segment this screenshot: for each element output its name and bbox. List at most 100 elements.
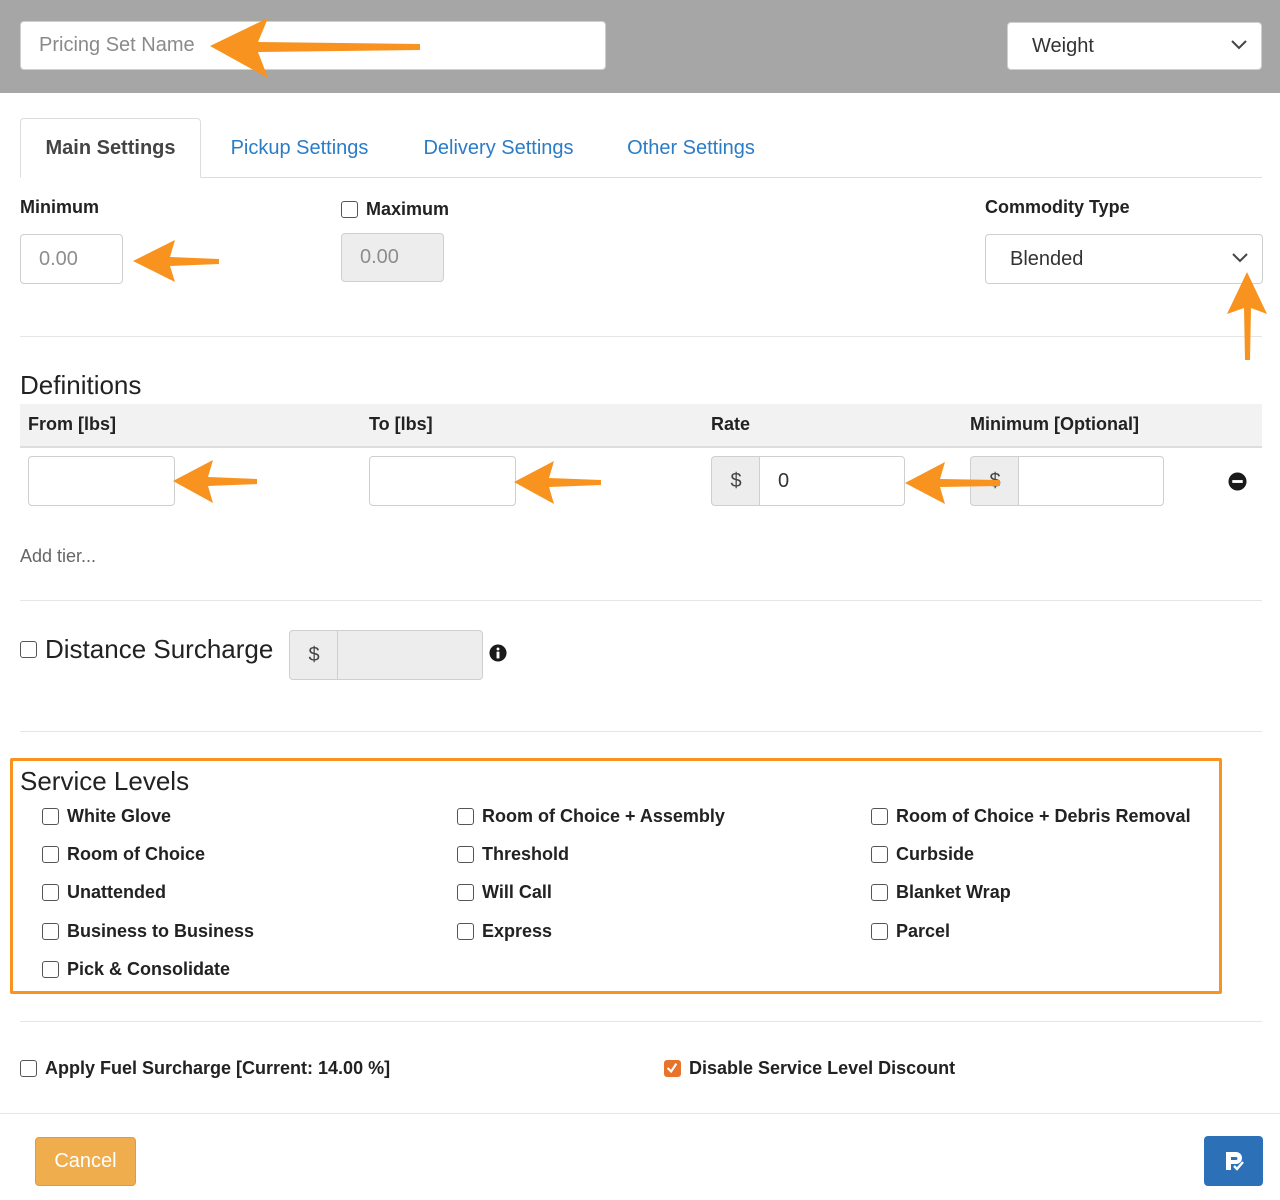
service-level-label: Business to Business	[67, 921, 255, 941]
type-select-value: Weight	[1032, 34, 1094, 57]
distance-surcharge-input	[337, 630, 483, 680]
commodity-type-select[interactable]: Blended	[985, 234, 1263, 284]
service-level-room-of-choice[interactable]: Room of Choice	[42, 844, 205, 865]
cancel-label: Cancel	[54, 1150, 117, 1172]
fuel-surcharge-checkbox[interactable]	[20, 1060, 37, 1077]
service-level-checkbox[interactable]	[457, 846, 474, 863]
service-levels-heading: Service Levels	[20, 766, 190, 796]
tab-label: Other Settings	[627, 136, 755, 159]
service-level-checkbox[interactable]	[42, 923, 59, 940]
save-button[interactable]	[1204, 1136, 1263, 1186]
pricing-set-name-input[interactable]	[20, 21, 606, 70]
service-level-label: Room of Choice + Assembly	[482, 806, 725, 826]
divider	[20, 336, 1262, 337]
arrow-icon	[173, 460, 257, 503]
service-level-checkbox[interactable]	[457, 923, 474, 940]
tab-delivery-settings[interactable]: Delivery Settings	[402, 118, 595, 178]
service-level-checkbox[interactable]	[871, 884, 888, 901]
service-level-blanket-wrap[interactable]: Blanket Wrap	[871, 882, 1011, 903]
service-level-label: Blanket Wrap	[896, 882, 1011, 902]
chevron-down-icon	[1231, 40, 1247, 50]
tier-minimum-input[interactable]	[1018, 456, 1164, 506]
rate-currency-addon: $	[711, 456, 760, 506]
distance-surcharge-checkbox[interactable]	[20, 641, 37, 658]
tab-main-settings[interactable]: Main Settings	[20, 118, 201, 178]
disable-discount-checkbox[interactable]	[664, 1060, 681, 1077]
fuel-surcharge-label: Apply Fuel Surcharge [Current: 14.00 %]	[45, 1058, 391, 1078]
service-level-will-call[interactable]: Will Call	[457, 882, 552, 903]
service-level-express[interactable]: Express	[457, 921, 552, 942]
add-tier-link[interactable]: Add tier...	[20, 546, 96, 567]
tab-other-settings[interactable]: Other Settings	[610, 118, 772, 178]
service-level-pick-consolidate[interactable]: Pick & Consolidate	[42, 959, 230, 980]
service-level-checkbox[interactable]	[42, 808, 59, 825]
remove-tier-icon[interactable]	[1228, 472, 1247, 491]
maximum-checkbox-row: Maximum	[341, 199, 449, 220]
maximum-label: Maximum	[366, 199, 450, 219]
minimum-value: 0.00	[39, 247, 78, 270]
service-level-checkbox[interactable]	[42, 846, 59, 863]
divider	[20, 600, 1262, 601]
service-level-label: Threshold	[482, 844, 570, 864]
arrow-icon	[133, 240, 219, 282]
minimum-label: Minimum	[20, 197, 99, 217]
save-icon	[1225, 1152, 1244, 1171]
type-select[interactable]: Weight	[1007, 22, 1262, 70]
service-level-room-of-choice-assembly[interactable]: Room of Choice + Assembly	[457, 806, 725, 827]
disable-discount-label: Disable Service Level Discount	[689, 1058, 956, 1078]
to-lbs-input[interactable]	[369, 456, 516, 506]
minimum-input[interactable]: 0.00	[20, 234, 123, 284]
column-minimum-optional: Minimum [Optional]	[970, 414, 1139, 434]
chevron-down-icon	[1232, 253, 1248, 263]
definitions-heading: Definitions	[20, 370, 142, 400]
service-level-checkbox[interactable]	[42, 884, 59, 901]
column-to: To [lbs]	[369, 414, 433, 434]
from-lbs-input[interactable]	[28, 456, 175, 506]
maximum-checkbox[interactable]	[341, 201, 358, 218]
service-level-checkbox[interactable]	[457, 884, 474, 901]
service-level-checkbox[interactable]	[457, 808, 474, 825]
service-level-white-glove[interactable]: White Glove	[42, 806, 171, 827]
service-level-unattended[interactable]: Unattended	[42, 882, 166, 903]
service-level-curbside[interactable]: Curbside	[871, 844, 974, 865]
service-level-room-of-choice-debris-removal[interactable]: Room of Choice + Debris Removal	[871, 806, 1191, 827]
service-level-parcel[interactable]: Parcel	[871, 921, 950, 942]
checkmark-icon	[666, 1063, 678, 1074]
tab-pickup-settings[interactable]: Pickup Settings	[212, 118, 387, 178]
divider	[20, 731, 1262, 732]
service-level-checkbox[interactable]	[871, 808, 888, 825]
arrow-icon	[514, 461, 601, 504]
service-level-label: Will Call	[482, 882, 552, 902]
rate-input[interactable]: 0	[759, 456, 905, 506]
service-level-business-to-business[interactable]: Business to Business	[42, 921, 254, 942]
commodity-type-value: Blended	[1010, 247, 1084, 270]
service-level-checkbox[interactable]	[871, 846, 888, 863]
distance-surcharge-label: Distance Surcharge	[45, 634, 274, 664]
service-level-checkbox[interactable]	[871, 923, 888, 940]
distance-surcharge-row: Distance Surcharge	[20, 634, 273, 665]
commodity-type-label: Commodity Type	[985, 197, 1130, 217]
tab-label: Main Settings	[45, 136, 176, 159]
info-icon[interactable]	[489, 644, 507, 662]
service-level-threshold[interactable]: Threshold	[457, 844, 569, 865]
rate-value: 0	[778, 469, 790, 492]
divider	[20, 1021, 1262, 1022]
maximum-input: 0.00	[341, 233, 444, 282]
disable-discount-option[interactable]: Disable Service Level Discount	[664, 1058, 955, 1079]
service-level-label: Curbside	[896, 844, 975, 864]
maximum-value: 0.00	[360, 246, 399, 268]
service-level-label: Express	[482, 921, 553, 941]
service-level-label: Parcel	[896, 921, 951, 941]
cancel-button[interactable]: Cancel	[35, 1137, 136, 1186]
service-level-label: White Glove	[67, 806, 172, 826]
fuel-surcharge-option[interactable]: Apply Fuel Surcharge [Current: 14.00 %]	[20, 1058, 390, 1079]
service-level-checkbox[interactable]	[42, 961, 59, 978]
tab-label: Delivery Settings	[423, 136, 574, 159]
service-level-label: Unattended	[67, 882, 166, 902]
distance-currency-addon: $	[289, 630, 338, 680]
service-level-label: Room of Choice + Debris Removal	[896, 806, 1191, 826]
service-level-label: Pick & Consolidate	[67, 959, 231, 979]
column-from: From [lbs]	[28, 414, 116, 434]
minimum-currency-addon: $	[970, 456, 1019, 506]
service-level-label: Room of Choice	[67, 844, 205, 864]
